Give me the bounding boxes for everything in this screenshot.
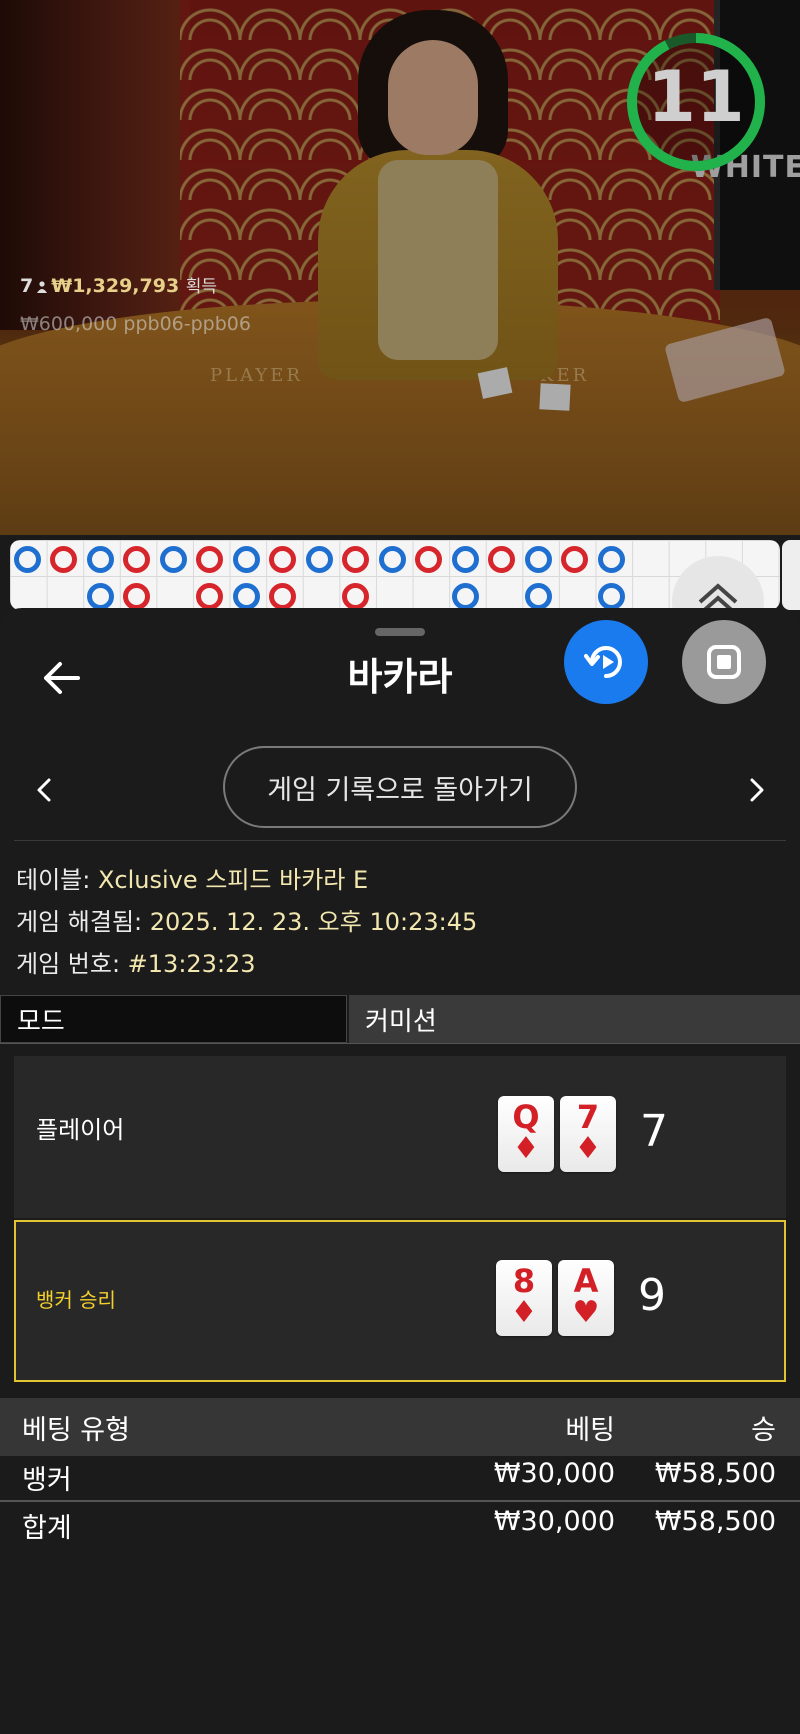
player-card-2: 7 ♦ [560,1096,616,1172]
roadmap-dot [306,546,333,573]
roadmap-dot [342,583,369,610]
divider [0,1043,800,1044]
roadmap-side-panel [782,540,800,610]
chevron-right-icon [750,778,764,802]
diamond-suit-icon: ♦ [510,1295,538,1330]
sheet-drag-handle[interactable] [375,628,425,636]
banker-card-2: A ♥ [558,1260,614,1336]
roadmap-dot [561,546,588,573]
table-info: 테이블: Xclusive 스피드 바카라 E [16,860,368,895]
roadmap-dot [233,546,260,573]
roadmap-dot [50,546,77,573]
player-label: 플레이어 [36,1116,125,1144]
column-win: 승 [751,1415,776,1446]
roadmap-dot [379,546,406,573]
roadmap-strip[interactable] [10,540,780,610]
roadmap-dot [342,546,369,573]
game-number-info: 게임 번호: #13:23:23 [16,944,256,979]
banker-win-label: 뱅커 승리 [36,1288,116,1312]
roadmap-dot [87,583,114,610]
roadmap-dot [14,546,41,573]
chevron-left-icon [37,778,51,802]
countdown-timer-value: 11 [647,56,745,138]
table-label: 테이블: [16,866,98,894]
player-result-panel: 플레이어 Q ♦ 7 ♦ 7 [14,1056,786,1218]
bets-table-header: 베팅 유형 베팅 승 [0,1398,800,1456]
banker-result-panel: 뱅커 승리 8 ♦ A ♥ 9 [14,1220,786,1382]
players-summary: 7 ₩1,329,793 획득 [20,272,217,297]
roadmap-dot [160,546,187,573]
roadmap-dot [269,583,296,610]
person-icon [37,281,48,293]
roadmap-dot [269,546,296,573]
table-value: Xclusive 스피드 바카라 E [97,866,369,894]
roadmap-dot [196,583,223,610]
bet-type-cell: 뱅커 [22,1465,72,1496]
roadmap-dot [452,546,479,573]
total-bet: ₩30,000 [493,1506,615,1537]
card-rank: A [573,1262,599,1300]
table-row: 뱅커 ₩30,000 ₩58,500 [0,1458,800,1504]
column-bet: 베팅 [565,1415,615,1446]
total-win: ₩58,500 [654,1506,776,1537]
card-rank: 7 [576,1098,600,1136]
live-video: WHITE PLAYER KER 11 7 ₩1,329,793 획득 ₩600,… [0,0,800,535]
replay-icon [584,646,622,678]
last-bet-line: ₩600,000 ppb06-ppb06 [20,313,251,335]
back-to-history-button[interactable]: 게임 기록으로 돌아가기 [223,746,577,828]
roadmap-dot [525,583,552,610]
roadmap-dot [488,546,515,573]
roadmap-dot [196,546,223,573]
tab-commission[interactable]: 커미션 [349,995,800,1043]
previous-game-button[interactable] [25,770,65,810]
diamond-suit-icon: ♦ [574,1131,602,1166]
heart-suit-icon: ♥ [572,1295,600,1330]
diamond-suit-icon: ♦ [512,1131,540,1166]
resolved-label: 게임 해결됨: [16,908,150,936]
card-rank: 8 [512,1262,536,1300]
roadmap-dot [87,546,114,573]
resolved-info: 게임 해결됨: 2025. 12. 23. 오후 10:23:45 [16,902,477,937]
roadmap-dot [123,546,150,573]
players-amount: ₩1,329,793 [51,275,180,297]
player-score: 7 [640,1106,668,1157]
page-title: 바카라 [347,655,453,699]
players-count: 7 [20,275,34,297]
banker-score: 9 [638,1270,666,1321]
next-game-button[interactable] [736,770,776,810]
divider [0,1500,800,1502]
stop-icon [707,645,741,679]
game-number-label: 게임 번호: [16,950,128,978]
stop-button[interactable] [682,620,766,704]
player-card-1: Q ♦ [498,1096,554,1172]
roadmap-dot [233,583,260,610]
total-row: 합계 ₩30,000 ₩58,500 [0,1506,800,1552]
roadmap-dot [415,546,442,573]
players-gain-label: 획득 [185,277,218,297]
column-bet-type: 베팅 유형 [22,1415,130,1446]
resolved-value: 2025. 12. 23. 오후 10:23:45 [149,908,478,936]
roadmap-dot [452,583,479,610]
banker-card-1: 8 ♦ [496,1260,552,1336]
replay-button[interactable] [564,620,648,704]
game-number-value: #13:23:23 [127,950,256,978]
tab-bar: 모드 커미션 [0,995,800,1043]
roadmap-dot [598,546,625,573]
bet-amount-cell: ₩30,000 [493,1458,615,1489]
tab-mode[interactable]: 모드 [0,995,347,1043]
divider [14,840,786,841]
win-amount-cell: ₩58,500 [654,1458,776,1489]
total-label: 합계 [22,1513,72,1544]
roadmap-dot [123,583,150,610]
roadmap-dot [525,546,552,573]
roadmap-dot [598,583,625,610]
card-rank: Q [512,1098,540,1136]
